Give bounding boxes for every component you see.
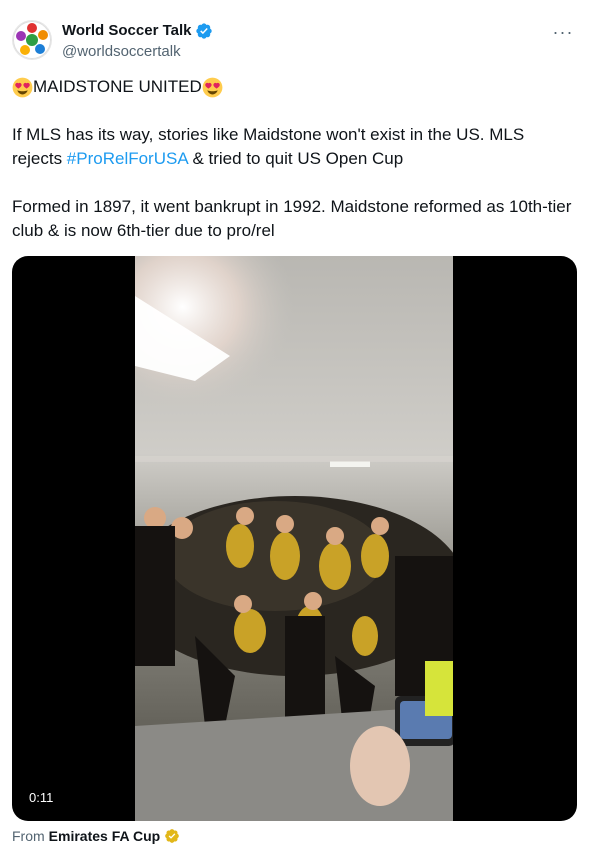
source-channel-link[interactable]: Emirates FA Cup (49, 827, 161, 845)
video-source: From Emirates FA Cup (12, 827, 180, 845)
author-display-name[interactable]: World Soccer Talk (62, 21, 192, 41)
video-thumbnail[interactable] (135, 256, 453, 821)
soccer-ball-logo-icon (13, 21, 51, 59)
paragraph-1-text-end: & tried to quit US Open Cup (187, 149, 404, 168)
author-handle[interactable]: @worldsoccertalk (62, 42, 181, 62)
tweet-paragraph-1: If MLS has its way, stories like Maidsto… (12, 123, 577, 171)
video-duration: 0:11 (29, 790, 54, 805)
more-options-button[interactable]: ··· (553, 22, 573, 42)
author-avatar[interactable] (12, 20, 52, 60)
verified-badge-icon (195, 23, 212, 39)
more-dots-icon: ··· (552, 22, 574, 42)
source-from-label: From (12, 828, 45, 844)
tweet-headline: MAIDSTONE UNITED (12, 75, 577, 99)
heart-eyes-emoji-icon (202, 77, 223, 97)
headline-text: MAIDSTONE UNITED (33, 77, 202, 96)
hashtag-link[interactable]: #ProRelForUSA (67, 149, 188, 168)
gold-verified-badge-icon (165, 829, 180, 843)
celebration-video-thumbnail-icon (135, 256, 453, 821)
video-player[interactable]: 0:11 (12, 256, 577, 821)
tweet-card: World Soccer Talk @worldsoccertalk ··· M… (0, 0, 591, 861)
tweet-paragraph-2: Formed in 1897, it went bankrupt in 1992… (12, 197, 572, 240)
heart-eyes-emoji-icon (12, 77, 33, 97)
